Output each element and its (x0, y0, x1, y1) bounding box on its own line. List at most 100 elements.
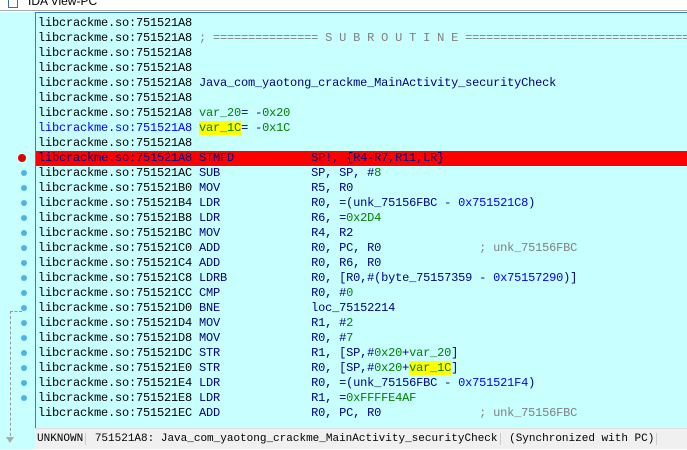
line-address: libcrackme.so:751521D4 (38, 316, 193, 330)
listing-line[interactable]: libcrackme.so:751521CC CMP R0, #0 (36, 286, 687, 301)
code-token: 7 (346, 331, 354, 345)
listing-line[interactable]: libcrackme.so:751521D4 MOV R1, #2 (36, 316, 687, 331)
listing-line[interactable]: libcrackme.so:751521A8 (36, 16, 687, 31)
listing-line[interactable]: libcrackme.so:751521D8 MOV R0, #7 (36, 331, 687, 346)
code-token: LDR R1, = (199, 391, 347, 405)
listing-line[interactable]: libcrackme.so:751521B8 LDR R6, =0x2D4 (36, 211, 687, 226)
listing-line[interactable]: libcrackme.so:751521E0 STR R0, [SP,#0x20… (36, 361, 687, 376)
line-address: libcrackme.so:751521A8 (38, 61, 193, 75)
location-label: 751521A8: Java_com_yaotong_crackme_MainA… (92, 433, 501, 445)
trace-dot-icon[interactable] (21, 215, 27, 221)
listing-line[interactable]: libcrackme.so:751521E8 LDR R1, =0xFFFFE4… (36, 391, 687, 406)
code-token: SUB SP, SP, # (199, 166, 375, 180)
listing-line[interactable]: libcrackme.so:751521BC MOV R4, R2 (36, 226, 687, 241)
listing-line[interactable]: libcrackme.so:751521A8 var_1C= -0x1C (36, 121, 687, 136)
code-token: LDR R0, =(unk_75156FBC - (199, 376, 459, 390)
code-token: ) (528, 376, 536, 390)
trace-dot-icon[interactable] (21, 335, 27, 341)
code-token: ADD R0, R6, R0 (199, 256, 382, 270)
code-token: 0 (346, 286, 354, 300)
trace-dot-icon[interactable] (21, 305, 27, 311)
line-address: libcrackme.so:751521A8 (38, 91, 193, 105)
listing-line[interactable]: libcrackme.so:751521A8 (36, 61, 687, 76)
listing-line[interactable]: libcrackme.so:751521DC STR R1, [SP,#0x20… (36, 346, 687, 361)
trace-dot-icon[interactable] (21, 290, 27, 296)
line-address: libcrackme.so:751521A8 (38, 151, 193, 165)
disassembly-view-icon (8, 0, 18, 8)
disassembly-listing[interactable]: libcrackme.so:751521A8 libcrackme.so:751… (35, 12, 687, 428)
code-token: 8 (374, 166, 382, 180)
trace-dot-icon[interactable] (21, 200, 27, 206)
line-address: libcrackme.so:751521AC (38, 166, 193, 180)
trace-dot-icon[interactable] (21, 260, 27, 266)
listing-line[interactable]: libcrackme.so:751521C0 ADD R0, PC, R0 ; … (36, 241, 687, 256)
code-token: = - (241, 106, 263, 120)
line-address: libcrackme.so:751521EC (38, 406, 193, 420)
code-token: ; unk_75156FBC (479, 241, 578, 255)
code-token: 2 (346, 316, 354, 330)
listing-line[interactable]: libcrackme.so:751521C4 ADD R0, R6, R0 (36, 256, 687, 271)
trace-dot-icon[interactable] (21, 170, 27, 176)
listing-line[interactable]: libcrackme.so:751521B4 LDR R0, =(unk_751… (36, 196, 687, 211)
listing-line[interactable]: libcrackme.so:751521EC ADD R0, PC, R0 ; … (36, 406, 687, 421)
listing-line[interactable]: libcrackme.so:751521C8 LDRB R0, [R0,#(by… (36, 271, 687, 286)
code-token: MOV R0, # (199, 331, 347, 345)
breakpoint-icon[interactable] (18, 154, 26, 162)
line-address: libcrackme.so:751521B0 (38, 181, 193, 195)
view-tab[interactable]: IDA View-PC (0, 0, 687, 11)
code-token: 0x751521C8 (458, 196, 529, 210)
listing-line[interactable]: libcrackme.so:751521A8 ; ===============… (36, 31, 687, 46)
listing-line[interactable]: libcrackme.so:751521A8 (36, 46, 687, 61)
sync-label: (Synchronized with PC) (507, 433, 658, 445)
listing-line[interactable]: libcrackme.so:751521D0 BNE loc_75152214 (36, 301, 687, 316)
code-token: 0xFFFFE4AF (346, 391, 417, 405)
line-address: libcrackme.so:751521CC (38, 286, 193, 300)
line-address: libcrackme.so:751521E8 (38, 391, 193, 405)
trace-dot-icon[interactable] (21, 365, 27, 371)
code-token: ] (451, 346, 459, 360)
line-address: libcrackme.so:751521A8 (38, 31, 193, 45)
code-token: 0x20 (262, 106, 291, 120)
code-token: 0x751521F4 (458, 376, 529, 390)
listing-line[interactable]: libcrackme.so:751521A8 (36, 136, 687, 151)
code-token: SP!, {R4-R7,R11,LR} (311, 151, 445, 165)
line-address: libcrackme.so:751521B8 (38, 211, 193, 225)
code-token: STR R1, [SP,# (199, 346, 375, 360)
view-title: IDA View-PC (28, 0, 98, 8)
status-bar: UNKNOWN 751521A8: Java_com_yaotong_crack… (35, 428, 687, 449)
listing-line[interactable]: libcrackme.so:751521AC SUB SP, SP, #8 (36, 166, 687, 181)
code-token: CMP R0, # (199, 286, 347, 300)
line-address: libcrackme.so:751521A8 (38, 121, 193, 135)
code-token: ; =============== S U B R O U T I N E ==… (199, 31, 687, 45)
listing-line[interactable]: libcrackme.so:751521A8 Java_com_yaotong_… (36, 76, 687, 91)
line-address: libcrackme.so:751521D8 (38, 331, 193, 345)
code-token: 0x20 (374, 361, 403, 375)
breakpoint-line[interactable]: libcrackme.so:751521A8 STMFD SP!, {R4-R7… (36, 151, 687, 166)
line-address: libcrackme.so:751521D0 (38, 301, 193, 315)
trace-dot-icon[interactable] (21, 320, 27, 326)
listing-line[interactable]: libcrackme.so:751521A8 var_20= -0x20 (36, 106, 687, 121)
line-address: libcrackme.so:751521A8 (38, 46, 193, 60)
line-address: libcrackme.so:751521B4 (38, 196, 193, 210)
trace-dot-icon[interactable] (21, 350, 27, 356)
trace-dot-icon[interactable] (21, 395, 27, 401)
line-address: libcrackme.so:751521DC (38, 346, 193, 360)
line-address: libcrackme.so:751521E0 (38, 361, 193, 375)
jump-arrow (10, 311, 22, 441)
line-address: libcrackme.so:751521A8 (38, 16, 193, 30)
trace-dot-icon[interactable] (21, 380, 27, 386)
arrow-down-icon (6, 437, 14, 443)
trace-dot-icon[interactable] (21, 245, 27, 251)
code-token: var_20 (409, 346, 452, 360)
code-token: 0x1C (262, 121, 291, 135)
trace-dot-icon[interactable] (21, 275, 27, 281)
listing-line[interactable]: libcrackme.so:751521E4 LDR R0, =(unk_751… (36, 376, 687, 391)
code-token: LDR R6, = (199, 211, 347, 225)
code-token: LDR R0, =(unk_75156FBC - (199, 196, 459, 210)
trace-dot-icon[interactable] (21, 185, 27, 191)
trace-dot-icon[interactable] (21, 230, 27, 236)
listing-line[interactable]: libcrackme.so:751521B0 MOV R5, R0 (36, 181, 687, 196)
listing-line[interactable]: libcrackme.so:751521A8 (36, 91, 687, 106)
highlighted-token: var_1C (199, 121, 242, 135)
code-token: 0x2D4 (346, 211, 382, 225)
